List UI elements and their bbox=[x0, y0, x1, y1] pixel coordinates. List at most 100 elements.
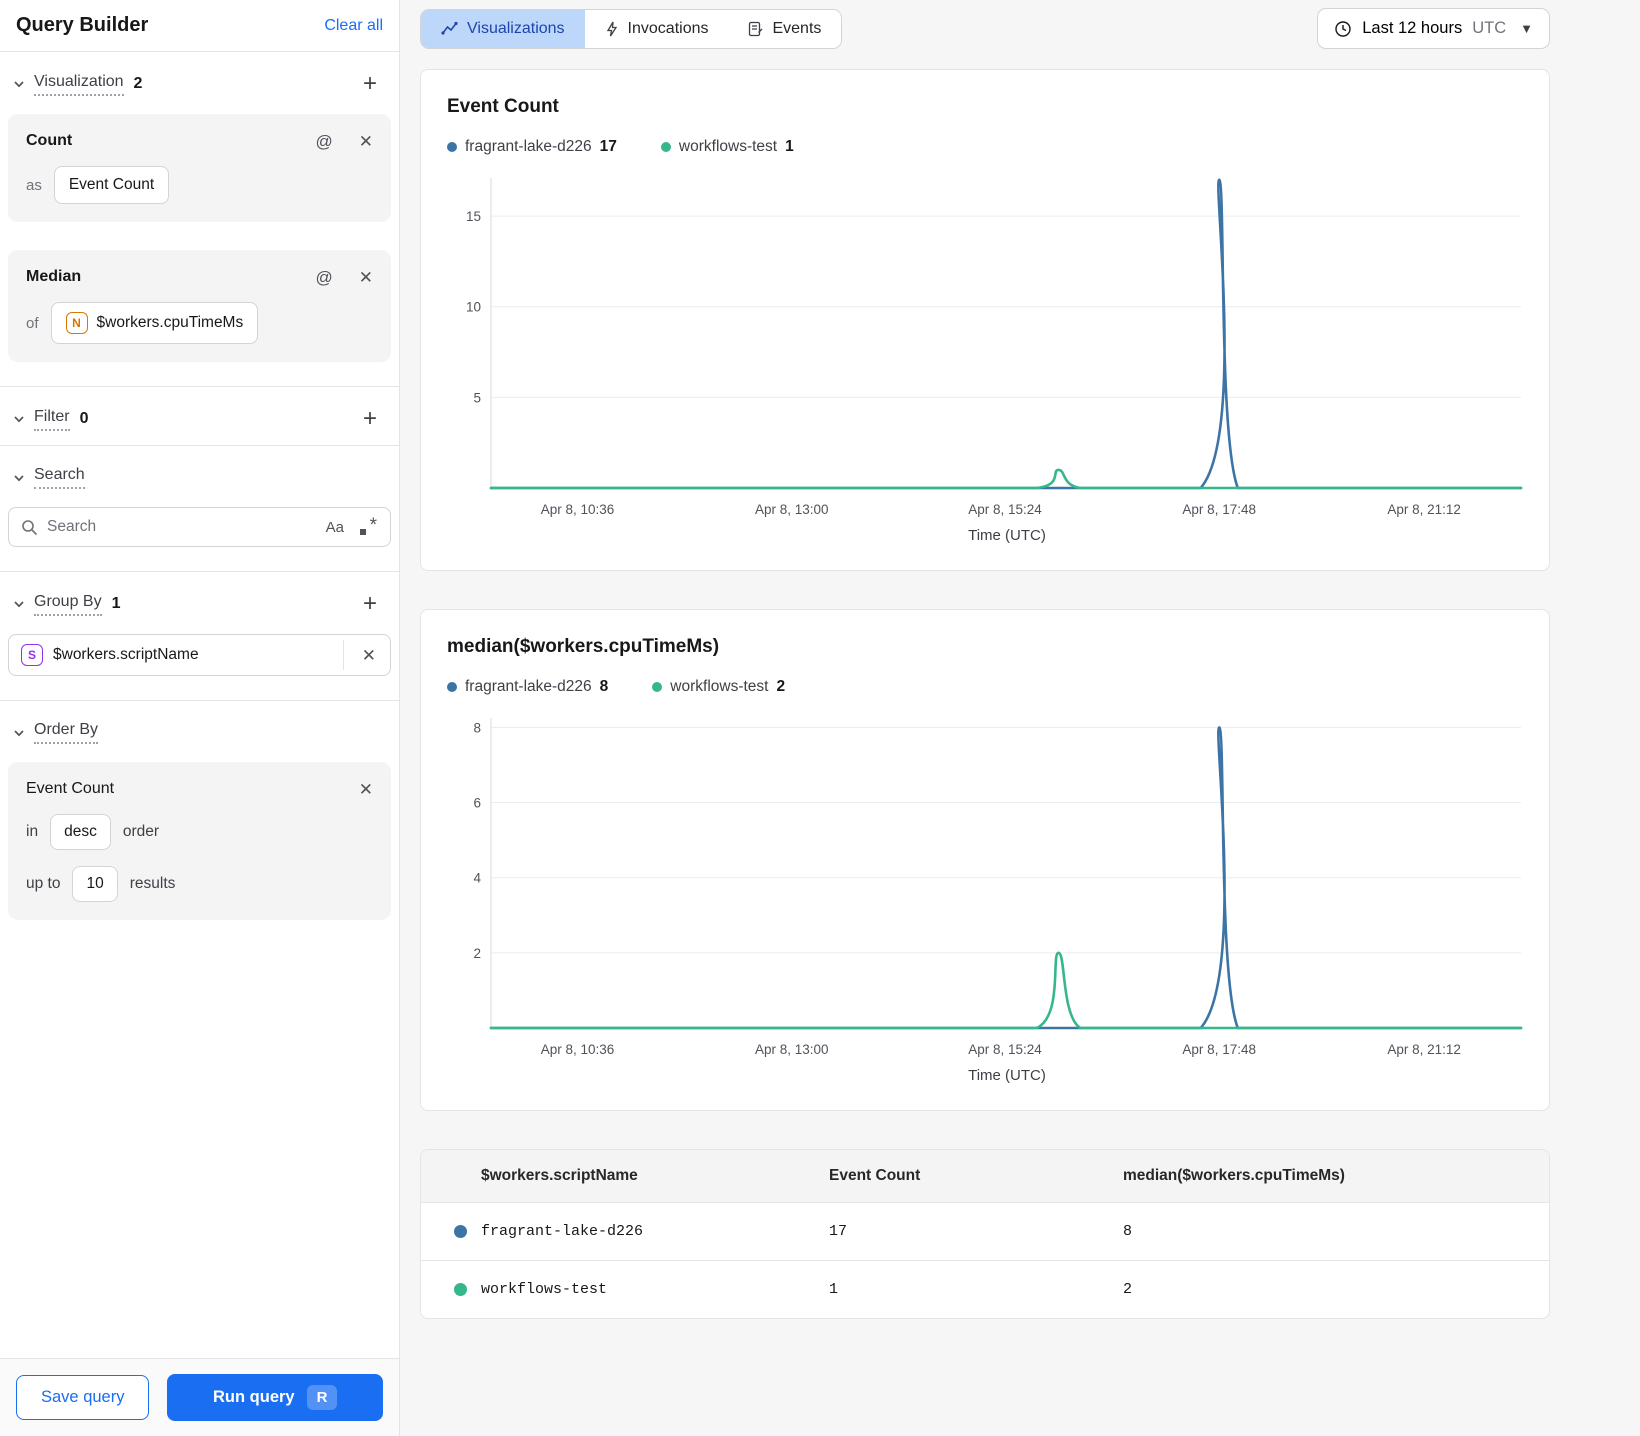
chart-plot[interactable]: 5 10 15 Apr 8, 10:36 Apr 8, 13:00 Apr 8, 15:2… bbox=[447, 170, 1523, 525]
cell-median: 2 bbox=[1123, 1281, 1133, 1298]
run-query-button[interactable]: Run query R bbox=[167, 1374, 383, 1421]
series-dot bbox=[447, 142, 457, 152]
cell-event-count: 17 bbox=[829, 1223, 848, 1240]
search-input[interactable] bbox=[47, 518, 317, 536]
x-axis-title: Time (UTC) bbox=[968, 527, 1046, 544]
tab-visualizations[interactable]: Visualizations bbox=[421, 9, 585, 48]
visualization-card-title: Count bbox=[26, 132, 73, 149]
svg-text:Apr 8, 21:12: Apr 8, 21:12 bbox=[1387, 1042, 1461, 1057]
table-header-row: $workers.scriptName Event Count median($… bbox=[421, 1150, 1549, 1202]
chevron-down-icon[interactable] bbox=[12, 412, 26, 426]
match-case-icon[interactable]: Aa bbox=[326, 519, 344, 536]
chevron-down-icon[interactable] bbox=[12, 597, 26, 611]
add-filter-button[interactable]: + bbox=[357, 407, 383, 431]
chart-legend: fragrant-lake-d226 8 workflows-test 2 bbox=[447, 678, 1523, 696]
svg-text:4: 4 bbox=[473, 871, 481, 886]
search-icon bbox=[21, 519, 38, 536]
table-row[interactable]: fragrant-lake-d226 17 8 bbox=[421, 1202, 1549, 1260]
chart-title: median($workers.cpuTimeMs) bbox=[447, 636, 720, 657]
chevron-down-icon[interactable] bbox=[12, 726, 26, 740]
visualization-card-title: Median bbox=[26, 268, 82, 285]
svg-text:6: 6 bbox=[473, 796, 481, 811]
close-icon[interactable]: ✕ bbox=[359, 781, 373, 798]
results-label: results bbox=[129, 875, 176, 892]
order-direction-select[interactable]: desc bbox=[50, 814, 111, 850]
legend-item[interactable]: fragrant-lake-d226 8 bbox=[447, 678, 608, 696]
upto-label: up to bbox=[26, 875, 61, 892]
order-by-card: Event Count ✕ in desc order up to 10 res… bbox=[8, 762, 391, 920]
svg-text:Apr 8, 10:36: Apr 8, 10:36 bbox=[541, 502, 615, 517]
legend-item[interactable]: workflows-test 2 bbox=[652, 678, 785, 696]
order-label: order bbox=[122, 823, 160, 840]
tab-invocations[interactable]: Invocations bbox=[584, 9, 729, 48]
cell-scriptname: fragrant-lake-d226 bbox=[481, 1223, 644, 1240]
order-by-section-label[interactable]: Order By bbox=[34, 721, 99, 744]
sidebar-header: Query Builder Clear all bbox=[0, 0, 399, 52]
median-field-chip[interactable]: N $workers.cpuTimeMs bbox=[50, 302, 259, 344]
legend-item[interactable]: workflows-test 1 bbox=[660, 138, 794, 156]
view-tabs: Visualizations Invocations Events bbox=[420, 8, 843, 49]
in-label: in bbox=[26, 823, 39, 840]
tab-events[interactable]: Events bbox=[728, 9, 842, 48]
legend-item[interactable]: fragrant-lake-d226 17 bbox=[447, 138, 617, 156]
legend-name: workflows-test bbox=[678, 138, 778, 155]
search-box: Aa * bbox=[8, 507, 391, 547]
time-range-selector[interactable]: Last 12 hours UTC ▼ bbox=[1317, 8, 1550, 49]
add-visualization-button[interactable]: + bbox=[357, 72, 383, 96]
string-type-icon: S bbox=[21, 644, 43, 666]
group-by-field-text: $workers.scriptName bbox=[53, 646, 199, 663]
of-label: of bbox=[26, 314, 39, 332]
at-mention-icon[interactable]: @ bbox=[315, 269, 332, 286]
regex-icon[interactable]: * bbox=[358, 515, 378, 536]
results-table: $workers.scriptName Event Count median($… bbox=[420, 1149, 1550, 1319]
chevron-down-icon[interactable] bbox=[12, 77, 26, 91]
search-section-label[interactable]: Search bbox=[34, 466, 85, 489]
visualization-alias-text: Event Count bbox=[68, 176, 155, 193]
caret-down-icon: ▼ bbox=[1520, 21, 1533, 36]
main-panel: Visualizations Invocations Events Last 1… bbox=[400, 0, 1640, 1436]
visualization-alias-chip[interactable]: Event Count bbox=[53, 166, 170, 204]
close-icon[interactable]: ✕ bbox=[359, 269, 373, 286]
svg-text:Apr 8, 13:00: Apr 8, 13:00 bbox=[755, 502, 829, 517]
legend-name: fragrant-lake-d226 bbox=[465, 678, 592, 695]
chart-plot[interactable]: 2 4 6 8 Apr 8, 10:36 Apr 8, 13:00 Apr 8, 15:24… bbox=[447, 710, 1523, 1065]
median-chart-card: median($workers.cpuTimeMs) fragrant-lake… bbox=[420, 609, 1550, 1111]
group-by-section-label[interactable]: Group By bbox=[34, 593, 102, 616]
close-icon[interactable]: ✕ bbox=[354, 647, 384, 664]
tab-label: Visualizations bbox=[467, 19, 565, 37]
group-by-field[interactable]: S $workers.scriptName ✕ bbox=[8, 634, 391, 676]
tab-label: Events bbox=[772, 19, 822, 37]
clock-icon bbox=[1334, 20, 1352, 38]
chart-title: Event Count bbox=[447, 96, 559, 117]
col-header-scriptname: $workers.scriptName bbox=[481, 1167, 638, 1184]
at-mention-icon[interactable]: @ bbox=[315, 133, 332, 150]
group-by-section-header: Group By 1 + bbox=[0, 572, 399, 630]
app-root: Query Builder Clear all Visualization 2 … bbox=[0, 0, 1640, 1436]
limit-input[interactable]: 10 bbox=[72, 866, 118, 902]
series-dot bbox=[454, 1283, 467, 1296]
svg-text:8: 8 bbox=[473, 720, 481, 735]
close-icon[interactable]: ✕ bbox=[359, 133, 373, 150]
visualization-section-label[interactable]: Visualization bbox=[34, 73, 124, 96]
chevron-down-icon[interactable] bbox=[12, 471, 26, 485]
time-zone-label: UTC bbox=[1472, 19, 1507, 37]
add-group-by-button[interactable]: + bbox=[357, 592, 383, 616]
time-range-label: Last 12 hours bbox=[1362, 19, 1463, 37]
svg-text:Apr 8, 21:12: Apr 8, 21:12 bbox=[1387, 502, 1461, 517]
svg-text:Apr 8, 17:48: Apr 8, 17:48 bbox=[1182, 1042, 1256, 1057]
series-dot bbox=[660, 142, 671, 152]
filter-section-label[interactable]: Filter bbox=[34, 408, 70, 431]
save-query-button[interactable]: Save query bbox=[16, 1375, 150, 1420]
line-chart-icon bbox=[441, 21, 458, 36]
order-by-section-header: Order By bbox=[0, 701, 399, 758]
legend-value: 17 bbox=[599, 138, 617, 155]
table-row[interactable]: workflows-test 1 2 bbox=[421, 1260, 1549, 1318]
search-section-header: Search bbox=[0, 446, 399, 503]
series-dot bbox=[652, 682, 663, 692]
svg-text:Apr 8, 13:00: Apr 8, 13:00 bbox=[755, 1042, 829, 1057]
clear-all-button[interactable]: Clear all bbox=[324, 17, 383, 35]
visualization-card-median: Median @ ✕ of N $workers.cpuTimeMs bbox=[8, 250, 391, 362]
run-query-label: Run query bbox=[213, 1388, 295, 1406]
cell-event-count: 1 bbox=[829, 1281, 839, 1298]
visualization-section-header: Visualization 2 + bbox=[0, 52, 399, 110]
